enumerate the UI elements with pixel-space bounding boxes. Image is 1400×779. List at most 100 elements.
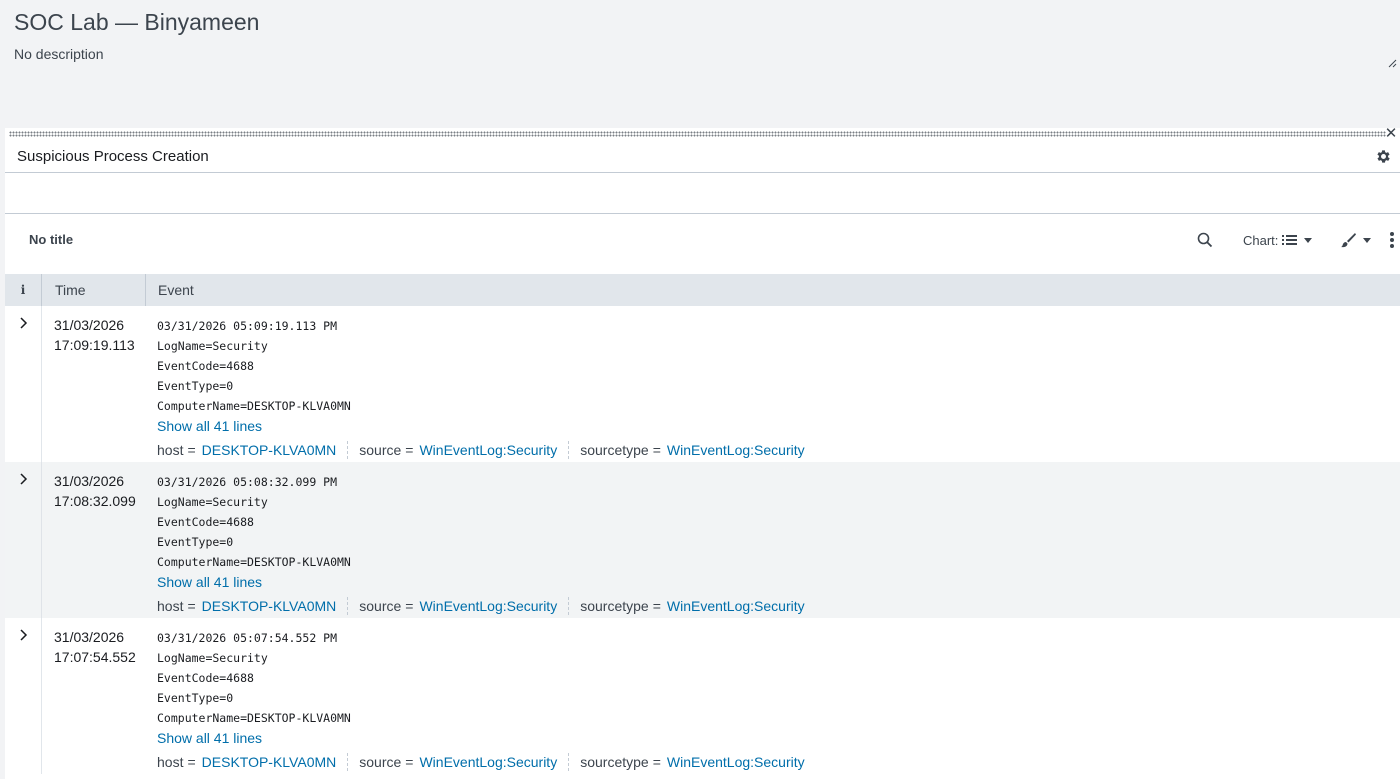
visualization-title: No title	[29, 232, 74, 247]
field-value-link[interactable]: WinEventLog:Security	[419, 754, 557, 770]
event-line: EventCode=4688	[157, 515, 254, 529]
field-sourcetype: sourcetype = WinEventLog:Security	[580, 442, 805, 458]
format-dropdown[interactable]	[1340, 230, 1371, 250]
event-fields: host = DESKTOP-KLVA0MN source = WinEventLo…	[157, 752, 1400, 772]
show-all-lines-link[interactable]: Show all 41 lines	[157, 416, 262, 436]
row-expand-cell	[5, 618, 42, 774]
show-all-lines-link[interactable]: Show all 41 lines	[157, 572, 262, 592]
event-line: EventType=0	[157, 535, 234, 549]
row-expand-cell	[5, 462, 42, 618]
field-value-link[interactable]: WinEventLog:Security	[667, 598, 805, 614]
event-line: ComputerName=DESKTOP-KLVA0MN	[157, 711, 351, 725]
event-date-text: 31/03/2026	[54, 317, 125, 333]
gear-icon[interactable]	[1375, 148, 1392, 165]
event-line: EventCode=4688	[157, 359, 254, 373]
table-header: i Time Event	[5, 274, 1400, 306]
search-button[interactable]	[1197, 230, 1213, 250]
event-time-text: 17:08:32.099	[54, 493, 136, 509]
close-icon[interactable]: ✕	[1384, 126, 1398, 141]
event-line: 03/31/2026 05:09:19.113 PM	[157, 319, 338, 333]
events-table: i Time Event 31/03/2026 17:09:19.113 03/…	[5, 274, 1400, 774]
brush-icon	[1341, 233, 1356, 248]
field-separator	[568, 753, 570, 771]
chart-label: Chart:	[1243, 232, 1279, 248]
field-key: host	[157, 598, 184, 614]
field-sourcetype: sourcetype = WinEventLog:Security	[580, 754, 805, 770]
field-value-link[interactable]: WinEventLog:Security	[419, 442, 557, 458]
event-time: 31/03/2026 17:09:19.113	[42, 306, 146, 462]
event-line: ComputerName=DESKTOP-KLVA0MN	[157, 399, 351, 413]
field-key: host	[157, 754, 184, 770]
event-line: 03/31/2026 05:08:32.099 PM	[157, 475, 338, 489]
event-fields: host = DESKTOP-KLVA0MN source = WinEventLo…	[157, 596, 1400, 616]
resize-handle-icon[interactable]	[1387, 58, 1397, 68]
field-key: sourcetype	[580, 754, 649, 770]
list-icon	[1282, 235, 1298, 245]
chevron-down-icon	[1363, 237, 1371, 243]
column-header-info[interactable]: i	[5, 274, 42, 306]
field-source: source = WinEventLog:Security	[359, 754, 558, 770]
field-key: host	[157, 442, 184, 458]
table-row: 31/03/2026 17:07:54.552 03/31/2026 05:07…	[5, 618, 1400, 774]
table-row: 31/03/2026 17:08:32.099 03/31/2026 05:08…	[5, 462, 1400, 618]
event-raw: 03/31/2026 05:09:19.113 PM LogName=Secur…	[146, 306, 1400, 462]
field-host: host = DESKTOP-KLVA0MN	[157, 598, 337, 614]
event-time: 31/03/2026 17:07:54.552	[42, 618, 146, 774]
field-value-link[interactable]: DESKTOP-KLVA0MN	[202, 442, 337, 458]
field-host: host = DESKTOP-KLVA0MN	[157, 442, 337, 458]
field-value-link[interactable]: DESKTOP-KLVA0MN	[202, 598, 337, 614]
search-icon	[1197, 232, 1213, 248]
panel-divider	[5, 213, 1400, 214]
field-value-link[interactable]: WinEventLog:Security	[667, 442, 805, 458]
panel-divider	[5, 172, 1400, 173]
event-date-text: 31/03/2026	[54, 473, 125, 489]
event-line: ComputerName=DESKTOP-KLVA0MN	[157, 555, 351, 569]
row-expand-cell	[5, 306, 42, 462]
field-key: source	[359, 598, 402, 614]
table-row: 31/03/2026 17:09:19.113 03/31/2026 05:09…	[5, 306, 1400, 462]
dashboard-title: SOC Lab — Binyameen	[14, 9, 260, 35]
event-time-text: 17:07:54.552	[54, 649, 136, 665]
show-all-lines-link[interactable]: Show all 41 lines	[157, 728, 262, 748]
dashboard-panel: ✕ Suspicious Process Creation No title C…	[5, 126, 1400, 779]
field-key: source	[359, 754, 402, 770]
event-raw: 03/31/2026 05:07:54.552 PM LogName=Secur…	[146, 618, 1400, 774]
field-sourcetype: sourcetype = WinEventLog:Security	[580, 598, 805, 614]
event-line: LogName=Security	[157, 339, 268, 353]
event-line: 03/31/2026 05:07:54.552 PM	[157, 631, 338, 645]
field-source: source = WinEventLog:Security	[359, 598, 558, 614]
chart-type-dropdown[interactable]: Chart:	[1243, 230, 1313, 250]
field-value-link[interactable]: DESKTOP-KLVA0MN	[202, 754, 337, 770]
event-fields: host = DESKTOP-KLVA0MN source = WinEventLo…	[157, 440, 1400, 460]
chevron-down-icon	[1304, 237, 1313, 243]
chevron-right-icon[interactable]	[17, 628, 31, 642]
more-options-button[interactable]	[1389, 230, 1395, 250]
field-key: source	[359, 442, 402, 458]
field-host: host = DESKTOP-KLVA0MN	[157, 754, 337, 770]
field-separator	[347, 441, 349, 459]
field-separator	[347, 597, 349, 615]
event-time: 31/03/2026 17:08:32.099	[42, 462, 146, 618]
event-line: EventCode=4688	[157, 671, 254, 685]
chevron-right-icon[interactable]	[17, 472, 31, 486]
event-line: EventType=0	[157, 691, 234, 705]
chevron-right-icon[interactable]	[17, 316, 31, 330]
field-source: source = WinEventLog:Security	[359, 442, 558, 458]
dashboard-header: SOC Lab — Binyameen No description	[0, 0, 1400, 128]
field-separator	[347, 753, 349, 771]
column-header-time[interactable]: Time	[42, 274, 146, 306]
field-key: sourcetype	[580, 442, 649, 458]
field-value-link[interactable]: WinEventLog:Security	[419, 598, 557, 614]
panel-title: Suspicious Process Creation	[17, 148, 209, 165]
event-date-text: 31/03/2026	[54, 629, 125, 645]
panel-drag-handle[interactable]	[9, 131, 1386, 137]
event-raw: 03/31/2026 05:08:32.099 PM LogName=Secur…	[146, 462, 1400, 618]
field-value-link[interactable]: WinEventLog:Security	[667, 754, 805, 770]
event-line: EventType=0	[157, 379, 234, 393]
field-separator	[568, 597, 570, 615]
event-time-text: 17:09:19.113	[54, 337, 135, 353]
more-vertical-icon	[1390, 232, 1394, 248]
field-separator	[568, 441, 570, 459]
column-header-event: Event	[158, 282, 194, 298]
field-key: sourcetype	[580, 598, 649, 614]
